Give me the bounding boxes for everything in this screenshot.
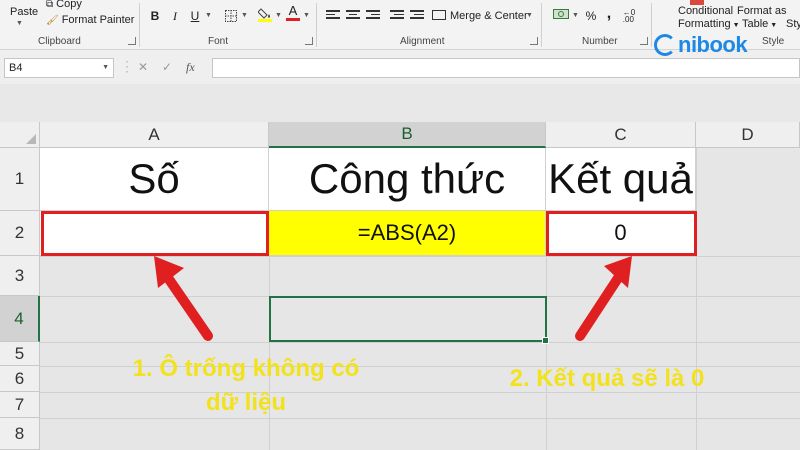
row-header-6[interactable]: 6: [0, 366, 40, 392]
name-box[interactable]: B4 ▼: [4, 58, 114, 78]
select-all-corner[interactable]: [0, 122, 40, 148]
fill-color-icon[interactable]: [256, 6, 274, 22]
cell-c1[interactable]: Kết quả: [546, 148, 696, 211]
column-header-d[interactable]: D: [696, 122, 800, 148]
format-as-table-label[interactable]: Table ▼: [742, 18, 777, 32]
arrow-up-right-icon: [575, 256, 632, 341]
enter-icon[interactable]: ✓: [162, 60, 172, 74]
copy-icon: ⧉: [46, 0, 54, 10]
separator: [139, 3, 140, 47]
accounting-dropdown-icon[interactable]: ▼: [572, 12, 579, 19]
format-painter-button[interactable]: 🖌 Format Painter: [46, 14, 134, 27]
conditional-formatting-button[interactable]: Conditional: [678, 5, 733, 18]
cell-a1[interactable]: Số: [40, 148, 269, 211]
name-box-dropdown-icon[interactable]: ▼: [102, 64, 109, 71]
cell-b1[interactable]: Công thức: [269, 148, 546, 211]
increase-indent-icon[interactable]: [410, 10, 424, 20]
format-as-table-button[interactable]: Format as: [737, 5, 787, 18]
cancel-icon[interactable]: ✕: [138, 60, 148, 74]
annotation-empty-cell: 1. Ô trống không có dữ liệu: [132, 355, 360, 416]
decrease-indent-icon[interactable]: [390, 10, 404, 20]
bold-button[interactable]: B: [146, 8, 164, 24]
formula-controls: ⋮ ✕ ✓ fx: [118, 58, 208, 78]
number-launcher-icon[interactable]: [640, 37, 648, 45]
copy-button[interactable]: ⧉ Copy: [46, 0, 82, 11]
underline-button[interactable]: U: [186, 8, 204, 24]
alignment-group-label: Alignment: [400, 36, 445, 47]
accounting-format-icon[interactable]: [552, 6, 570, 22]
font-color-icon[interactable]: A: [284, 4, 302, 21]
increase-decimal-icon[interactable]: ←0.00: [620, 8, 638, 24]
row-header-5[interactable]: 5: [0, 342, 40, 366]
row-header-2[interactable]: 2: [0, 211, 40, 256]
row-header-7[interactable]: 7: [0, 392, 40, 418]
styles-group-label: Style: [762, 36, 785, 47]
clipboard-group-label: Clipboard: [38, 36, 81, 47]
comma-button[interactable]: ,: [600, 5, 618, 22]
column-header-b[interactable]: B: [269, 122, 546, 148]
align-center-icon[interactable]: [346, 10, 360, 20]
column-header-c[interactable]: C: [546, 122, 696, 148]
highlight-box-c2: [546, 211, 697, 256]
alignment-launcher-icon[interactable]: [530, 37, 538, 45]
borders-dropdown-icon[interactable]: ▼: [241, 12, 248, 19]
row-header-8[interactable]: 8: [0, 418, 40, 450]
cell-styles-button[interactable]: Styl: [786, 18, 800, 31]
paste-dropdown-icon[interactable]: ▼: [16, 20, 23, 27]
gridline: [696, 148, 697, 450]
paste-button[interactable]: Paste: [10, 6, 38, 19]
separator: [316, 3, 317, 47]
row-header-4[interactable]: 4: [0, 296, 40, 342]
active-cell-b4[interactable]: [269, 296, 549, 344]
italic-button[interactable]: I: [166, 8, 184, 24]
borders-icon[interactable]: [222, 8, 240, 24]
font-launcher-icon[interactable]: [305, 37, 313, 45]
column-header-a[interactable]: A: [40, 122, 269, 148]
highlight-box-a2: [41, 211, 269, 256]
merge-center-icon: [432, 10, 446, 20]
logo-icon: [654, 34, 676, 56]
underline-dropdown-icon[interactable]: ▼: [205, 12, 212, 19]
clipboard-launcher-icon[interactable]: [128, 37, 136, 45]
fill-color-dropdown-icon[interactable]: ▼: [275, 12, 282, 19]
formula-input[interactable]: [212, 58, 800, 78]
align-right-icon[interactable]: [366, 10, 380, 20]
merge-center-button[interactable]: Merge & Center: [432, 10, 528, 23]
table-dropdown-icon: ▼: [770, 22, 778, 29]
annotation-result-zero: 2. Kết quả sẽ là 0: [509, 365, 705, 392]
format-painter-icon: 🖌: [46, 15, 59, 26]
arrow-up-left-icon: [154, 256, 213, 341]
percent-button[interactable]: %: [582, 8, 600, 24]
font-group-label: Font: [208, 36, 229, 47]
separator-dots-icon: ⋮: [120, 58, 134, 74]
separator: [541, 3, 542, 47]
insert-function-icon[interactable]: fx: [186, 60, 195, 75]
separator: [651, 3, 652, 47]
spacer: [0, 84, 800, 122]
conditional-dropdown-icon: ▼: [732, 22, 740, 29]
align-left-icon[interactable]: [326, 10, 340, 20]
cell-b2[interactable]: =ABS(A2): [269, 211, 546, 256]
row-header-1[interactable]: 1: [0, 148, 40, 211]
row-header-3[interactable]: 3: [0, 256, 40, 296]
number-group-label: Number: [582, 36, 618, 47]
nibook-logo: nibook: [654, 30, 748, 60]
merge-center-dropdown-icon[interactable]: ▼: [526, 12, 533, 19]
font-color-dropdown-icon[interactable]: ▼: [303, 12, 310, 19]
